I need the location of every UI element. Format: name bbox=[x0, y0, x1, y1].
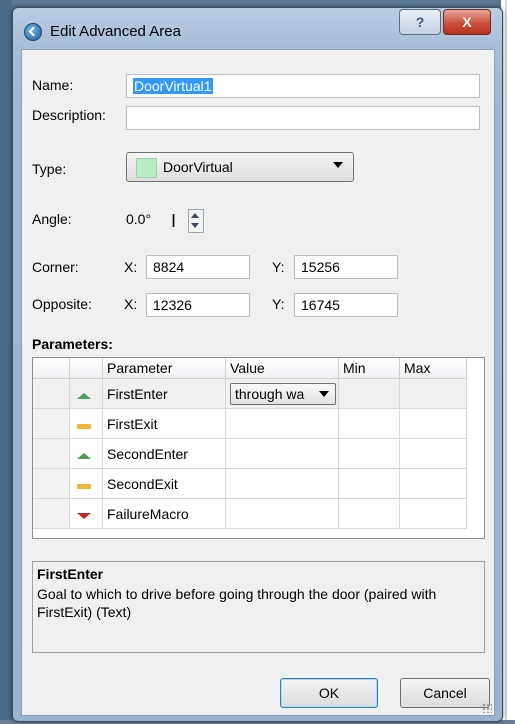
background-left bbox=[0, 0, 12, 724]
table-row[interactable]: FirstExit bbox=[33, 408, 467, 439]
row-icon-cell bbox=[69, 408, 103, 439]
step-down-icon[interactable] bbox=[191, 223, 199, 228]
parameter-description-text: Goal to which to drive before going thro… bbox=[37, 586, 437, 620]
row-icon-cell bbox=[69, 498, 103, 529]
corner-y-label: Y: bbox=[272, 259, 285, 275]
value-cell[interactable] bbox=[225, 438, 339, 469]
dash-icon bbox=[77, 483, 91, 489]
type-select[interactable]: DoorVirtual bbox=[126, 152, 354, 182]
name-input[interactable]: DoorVirtual1 bbox=[126, 74, 480, 98]
corner-x-label: X: bbox=[124, 259, 138, 275]
window-title: Edit Advanced Area bbox=[50, 23, 181, 40]
angle-value: 0.0° bbox=[126, 211, 152, 227]
max-cell[interactable] bbox=[399, 438, 467, 469]
min-cell[interactable] bbox=[338, 468, 400, 499]
cancel-button[interactable]: Cancel bbox=[400, 678, 490, 708]
app-icon bbox=[24, 23, 42, 41]
text-cursor-icon: I bbox=[171, 211, 177, 231]
arrow-up-icon bbox=[77, 452, 91, 459]
chevron-down-icon bbox=[333, 162, 343, 168]
parameter-name[interactable]: FirstExit bbox=[102, 408, 226, 439]
value-select[interactable]: through wa bbox=[230, 382, 336, 405]
max-cell[interactable] bbox=[399, 498, 467, 529]
title-bar[interactable]: Edit Advanced Area ? X bbox=[13, 8, 502, 48]
dialog-body: Name: DoorVirtual1 Description: Type: Do… bbox=[21, 49, 495, 716]
name-input-value: DoorVirtual1 bbox=[133, 78, 213, 94]
step-up-icon[interactable] bbox=[191, 213, 199, 218]
row-header[interactable] bbox=[33, 408, 70, 439]
parameter-description-title: FirstEnter bbox=[37, 566, 104, 582]
close-button[interactable]: X bbox=[443, 9, 491, 35]
row-header[interactable] bbox=[33, 498, 70, 529]
value-cell[interactable] bbox=[225, 408, 339, 439]
type-color-swatch bbox=[136, 158, 157, 178]
table-header: Parameter Value Min Max bbox=[33, 358, 467, 379]
min-cell[interactable] bbox=[338, 408, 400, 439]
opposite-y-input[interactable]: 16745 bbox=[294, 293, 398, 317]
column-header-max[interactable]: Max bbox=[399, 358, 467, 379]
corner-x-input[interactable]: 8824 bbox=[146, 255, 250, 279]
resize-grip-icon[interactable] bbox=[482, 703, 492, 713]
icon-header bbox=[69, 358, 103, 379]
arrow-up-icon bbox=[77, 392, 91, 399]
parameter-name[interactable]: FirstEnter bbox=[102, 378, 226, 409]
type-label: Type: bbox=[32, 161, 67, 177]
background-right bbox=[501, 0, 515, 724]
row-header[interactable] bbox=[33, 378, 70, 409]
min-cell[interactable] bbox=[338, 378, 400, 409]
max-cell[interactable] bbox=[399, 408, 467, 439]
description-input[interactable] bbox=[126, 106, 480, 130]
parameter-description-panel: FirstEnter Goal to which to drive before… bbox=[32, 561, 485, 653]
parameter-name[interactable]: SecondEnter bbox=[102, 438, 226, 469]
table-row[interactable]: SecondExit bbox=[33, 468, 467, 499]
max-cell[interactable] bbox=[399, 378, 467, 409]
parameters-heading: Parameters: bbox=[32, 336, 113, 352]
corner-header bbox=[33, 358, 70, 379]
min-cell[interactable] bbox=[338, 498, 400, 529]
value-select-text: through wa bbox=[235, 385, 305, 402]
arrow-down-icon bbox=[77, 512, 91, 519]
table-row[interactable]: SecondEnter bbox=[33, 438, 467, 469]
parameters-table: Parameter Value Min Max FirstEnter throu… bbox=[32, 357, 485, 539]
parameter-name[interactable]: SecondExit bbox=[102, 468, 226, 499]
angle-stepper[interactable] bbox=[188, 209, 204, 233]
name-label: Name: bbox=[32, 77, 74, 93]
corner-y-input[interactable]: 15256 bbox=[294, 255, 398, 279]
column-header-parameter[interactable]: Parameter bbox=[102, 358, 226, 379]
ok-button[interactable]: OK bbox=[280, 678, 378, 708]
angle-label: Angle: bbox=[32, 211, 72, 227]
opposite-x-label: X: bbox=[124, 296, 138, 312]
column-header-value[interactable]: Value bbox=[225, 358, 339, 379]
edit-advanced-area-dialog: Edit Advanced Area ? X Name: DoorVirtual… bbox=[12, 7, 503, 722]
table-row[interactable]: FailureMacro bbox=[33, 498, 467, 529]
row-icon-cell bbox=[69, 438, 103, 469]
row-icon-cell bbox=[69, 378, 103, 409]
value-cell[interactable]: through wa bbox=[225, 378, 339, 409]
row-icon-cell bbox=[69, 468, 103, 499]
angle-spinbox[interactable]: 0.0° I bbox=[126, 208, 206, 234]
value-cell[interactable] bbox=[225, 468, 339, 499]
description-label: Description: bbox=[32, 107, 106, 123]
opposite-label: Opposite: bbox=[32, 296, 92, 312]
column-header-min[interactable]: Min bbox=[338, 358, 400, 379]
opposite-y-label: Y: bbox=[272, 296, 285, 312]
table-row[interactable]: FirstEnter through wa bbox=[33, 378, 467, 409]
type-select-value: DoorVirtual bbox=[163, 159, 233, 175]
min-cell[interactable] bbox=[338, 438, 400, 469]
parameter-name[interactable]: FailureMacro bbox=[102, 498, 226, 529]
dash-icon bbox=[77, 423, 91, 429]
help-button[interactable]: ? bbox=[399, 9, 441, 35]
background-divider bbox=[505, 0, 507, 724]
corner-label: Corner: bbox=[32, 259, 79, 275]
row-header[interactable] bbox=[33, 438, 70, 469]
chevron-down-icon bbox=[319, 390, 329, 397]
opposite-x-input[interactable]: 12326 bbox=[146, 293, 250, 317]
max-cell[interactable] bbox=[399, 468, 467, 499]
value-cell[interactable] bbox=[225, 498, 339, 529]
row-header[interactable] bbox=[33, 468, 70, 499]
